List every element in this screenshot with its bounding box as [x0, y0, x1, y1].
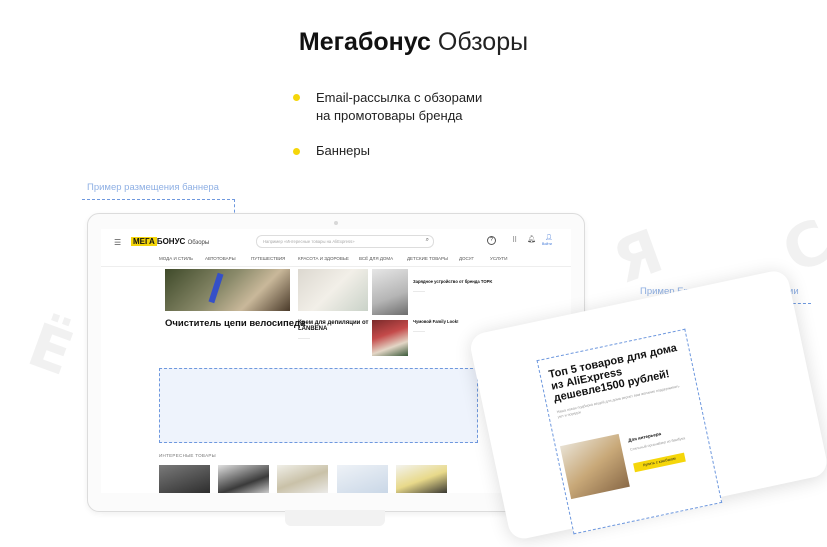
login-link[interactable]: Войти	[542, 242, 552, 246]
page-title: Мегабонус Обзоры	[0, 28, 827, 57]
article-title-big[interactable]: Очиститель цепи велосипеда	[165, 318, 305, 329]
title-rest: Обзоры	[437, 28, 529, 56]
product-card[interactable]	[277, 465, 328, 493]
menu-icon[interactable]: ☰	[114, 238, 121, 247]
nav-item[interactable]: УСЛУГИ	[490, 256, 507, 261]
monitor-stand	[285, 510, 385, 526]
bullet-text-banners: Баннеры	[316, 143, 370, 158]
product-card[interactable]	[159, 465, 210, 493]
nav-item[interactable]: МОДА И СТИЛЬ	[159, 256, 193, 261]
grid-icon[interactable]: ⠿	[512, 236, 517, 244]
article-title-r2[interactable]: Чумовой Family Look!	[413, 319, 458, 324]
article-title-mid[interactable]: Крем для депиляции от LANBENA	[298, 320, 373, 332]
camera-dot	[334, 221, 338, 225]
email-buy-button[interactable]: Купить с кэшбэком	[633, 452, 686, 473]
nav-item[interactable]: АВТОТОВАРЫ	[205, 256, 236, 261]
category-nav: МОДА И СТИЛЬ АВТОТОВАРЫ ПУТЕШЕСТВИЯ КРАС…	[159, 256, 519, 264]
nav-item[interactable]: ДОСУГ	[459, 256, 474, 261]
user-icon[interactable]: 👤︎	[545, 234, 553, 241]
product-card[interactable]	[337, 465, 388, 493]
bullet-text-email: Email-рассылка с обзорами на промотовары…	[316, 90, 483, 123]
search-icon[interactable]: ⌕	[426, 237, 429, 244]
article-image-cream[interactable]	[298, 269, 368, 311]
article-image-charger[interactable]	[372, 269, 408, 315]
product-card[interactable]	[218, 465, 269, 493]
article-meta: ———	[413, 328, 425, 333]
section-label: ИНТЕРЕСНЫЕ ТОВАРЫ	[159, 453, 216, 458]
banner-annotation-line	[82, 199, 235, 200]
email-product-image[interactable]	[559, 433, 630, 500]
article-meta: ———	[298, 335, 310, 340]
banner-annotation: Пример размещения баннера	[87, 182, 219, 193]
nav-item[interactable]: ПУТЕШЕСТВИЯ	[251, 256, 285, 261]
article-title-r1[interactable]: Зарядное устройство от бренда TOPK	[413, 279, 492, 284]
email-frame: Топ 5 товаров для дома из AliExpress деш…	[536, 328, 723, 535]
article-image-family[interactable]	[372, 320, 408, 356]
product-card[interactable]	[396, 465, 447, 493]
search-input[interactable]: Например «Интересные товары на AliExpres…	[256, 235, 434, 248]
title-brand: Мегабонус	[298, 28, 431, 56]
bullet-dot	[293, 94, 300, 101]
site-logo[interactable]: МЕГА БОНУС Обзоры	[131, 237, 209, 246]
nav-item[interactable]: ДЕТСКИЕ ТОВАРЫ	[407, 256, 448, 261]
nav-item[interactable]: ВСЁ ДЛЯ ДОМА	[359, 256, 393, 261]
watermark-letter: Ё	[19, 310, 82, 390]
bell-icon[interactable]: 🔔︎	[527, 235, 536, 243]
banner-placeholder[interactable]	[159, 368, 478, 443]
nav-item[interactable]: КРАСОТА И ЗДОРОВЬЕ	[298, 256, 349, 261]
article-meta: ———	[413, 288, 425, 293]
help-icon[interactable]: ?	[487, 236, 496, 245]
bullet-dot	[293, 148, 300, 155]
header-divider	[101, 266, 571, 267]
article-image-bike[interactable]	[165, 269, 290, 311]
